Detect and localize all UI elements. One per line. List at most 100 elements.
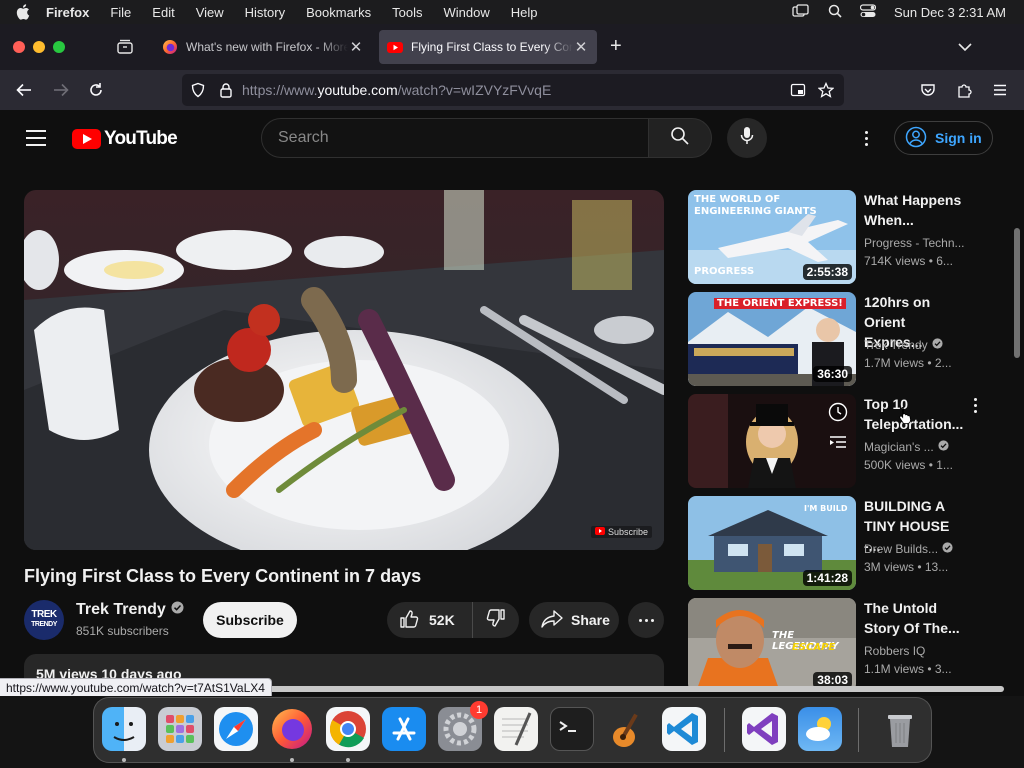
recommended-channel[interactable]: Trek Trendy	[864, 338, 968, 352]
dislike-button[interactable]	[473, 608, 519, 633]
recommended-video-hovered[interactable]: Top 10 Teleportation... Magician's ... 50…	[688, 394, 988, 488]
watch-later-clock-icon[interactable]	[828, 402, 848, 427]
video-thumbnail[interactable]: I'M BUILD 1:41:28	[688, 496, 856, 590]
recommended-channel[interactable]: Robbers IQ	[864, 644, 968, 658]
sign-in-label: Sign in	[935, 130, 982, 146]
tab-close-icon[interactable]: ✕	[573, 38, 589, 56]
launchpad-icon[interactable]	[158, 707, 202, 751]
menu-history[interactable]: History	[245, 5, 285, 20]
recommended-views: 3M views • 13...	[864, 560, 949, 574]
more-actions-button[interactable]	[628, 602, 664, 638]
verified-check-icon	[942, 542, 953, 556]
reload-icon[interactable]	[86, 80, 106, 100]
menu-help[interactable]: Help	[511, 5, 538, 20]
menu-view[interactable]: View	[196, 5, 224, 20]
textedit-icon[interactable]	[494, 707, 538, 751]
horizontal-scrollbar[interactable]	[260, 686, 1004, 692]
menu-edit[interactable]: Edit	[152, 5, 174, 20]
system-settings-icon[interactable]: 1	[438, 701, 488, 751]
menubar-clock[interactable]: Sun Dec 3 2:31 AM	[894, 5, 1006, 20]
tracking-protection-shield-icon[interactable]	[190, 82, 206, 98]
list-all-tabs-chevron-icon[interactable]	[958, 39, 972, 57]
like-button[interactable]: 52K	[387, 602, 473, 638]
menu-tools[interactable]: Tools	[392, 5, 422, 20]
safari-icon[interactable]	[214, 707, 258, 751]
vscode-icon[interactable]	[662, 707, 706, 751]
recommended-video[interactable]: I'M BUILD 1:41:28 BUILDING A TINY HOUSE -…	[688, 496, 988, 590]
picture-in-picture-icon[interactable]	[790, 82, 806, 98]
guide-menu-icon[interactable]	[26, 130, 46, 146]
trash-icon[interactable]	[878, 707, 922, 751]
video-thumbnail[interactable]: THE LEGENDARY ESCAPE 38:03	[688, 598, 856, 688]
recommended-video[interactable]: THE LEGENDARY ESCAPE 38:03 The Untold Sto…	[688, 598, 988, 688]
garageband-icon[interactable]	[606, 707, 650, 751]
window-zoom-button[interactable]	[53, 41, 65, 53]
sign-in-button[interactable]: Sign in	[894, 121, 993, 155]
menu-window[interactable]: Window	[444, 5, 490, 20]
youtube-small-logo-icon	[594, 527, 605, 537]
chrome-icon[interactable]	[326, 707, 370, 751]
youtube-play-logo-icon	[72, 129, 101, 149]
control-center-icon[interactable]	[859, 3, 877, 21]
search-input[interactable]: Search	[261, 118, 650, 158]
voice-search-button[interactable]	[727, 118, 767, 158]
recommended-title[interactable]: Top 10 Teleportation...	[864, 394, 964, 434]
apple-menu-icon[interactable]	[16, 4, 36, 20]
vertical-scrollbar[interactable]	[1014, 228, 1020, 358]
video-thumbnail[interactable]: THE WORLD OF ENGINEERING GIANTS PROGRESS…	[688, 190, 856, 284]
pocket-icon[interactable]	[918, 80, 938, 100]
forward-arrow-icon[interactable]	[51, 80, 71, 100]
thumbs-up-icon	[399, 609, 419, 632]
tab-youtube-video[interactable]: Flying First Class to Every Conti ✕	[379, 30, 597, 64]
new-tab-plus-icon[interactable]: +	[610, 36, 622, 56]
menu-app-name[interactable]: Firefox	[46, 5, 89, 20]
tab-close-icon[interactable]: ✕	[348, 38, 364, 56]
app-menu-hamburger-icon[interactable]	[990, 80, 1010, 100]
recommended-channel[interactable]: Magician's ...	[864, 440, 968, 454]
youtube-logo[interactable]: YouTube	[72, 128, 178, 150]
channel-avatar[interactable]: TREK TRENDY	[24, 600, 64, 640]
recommended-video[interactable]: THE ORIENT EXPRESS! 36:30 120hrs on Orien…	[688, 292, 988, 386]
firefox-view-icon[interactable]	[116, 38, 134, 56]
window-minimize-button[interactable]	[33, 41, 45, 53]
search-button[interactable]	[648, 118, 712, 158]
back-arrow-icon[interactable]	[14, 80, 34, 100]
finder-icon[interactable]	[102, 707, 146, 751]
firefox-icon[interactable]	[270, 707, 314, 751]
subscribe-button[interactable]: Subscribe	[203, 602, 297, 638]
window-close-button[interactable]	[13, 41, 25, 53]
menu-file[interactable]: File	[110, 5, 131, 20]
app-store-icon[interactable]	[382, 707, 426, 751]
recommended-title[interactable]: The Untold Story Of The...	[864, 598, 964, 638]
recommended-action-menu-icon[interactable]	[974, 398, 978, 413]
video-thumbnail[interactable]	[688, 394, 856, 488]
spotlight-search-icon[interactable]	[828, 4, 842, 21]
recommended-channel[interactable]: Drew Builds...	[864, 542, 968, 556]
bookmark-star-icon[interactable]	[817, 81, 835, 98]
add-to-queue-icon[interactable]	[828, 434, 848, 455]
share-button[interactable]: Share	[529, 602, 619, 638]
screen-mirroring-icon[interactable]	[792, 3, 810, 21]
video-duration: 36:30	[813, 366, 852, 382]
like-count: 52K	[429, 612, 455, 628]
url-text[interactable]: https://www.youtube.com/watch?v=wIZVYzFV…	[242, 82, 551, 98]
extensions-puzzle-icon[interactable]	[954, 80, 974, 100]
video-thumbnail[interactable]: THE ORIENT EXPRESS! 36:30	[688, 292, 856, 386]
recommended-channel[interactable]: Progress - Techn...	[864, 236, 968, 250]
terminal-icon[interactable]	[550, 707, 594, 751]
address-bar[interactable]: https://www.youtube.com/watch?v=wIZVYzFV…	[182, 74, 844, 106]
tab-whats-new-firefox[interactable]: What's new with Firefox - More ✕	[154, 30, 372, 64]
menu-bookmarks[interactable]: Bookmarks	[306, 5, 371, 20]
recommended-title[interactable]: What Happens When...	[864, 190, 964, 230]
dock-separator	[724, 708, 725, 752]
recommended-video[interactable]: THE WORLD OF ENGINEERING GIANTS PROGRESS…	[688, 190, 988, 284]
settings-kebab-icon[interactable]	[856, 128, 876, 148]
visual-studio-icon[interactable]	[742, 707, 786, 751]
lock-icon[interactable]	[218, 82, 234, 98]
channel-name[interactable]: Trek Trendy	[76, 601, 184, 619]
weather-icon[interactable]	[798, 707, 842, 751]
youtube-wordmark: YouTube	[104, 128, 178, 149]
video-player[interactable]: Subscribe	[24, 190, 664, 550]
share-arrow-icon	[541, 609, 563, 631]
player-watermark: Subscribe	[590, 526, 652, 538]
